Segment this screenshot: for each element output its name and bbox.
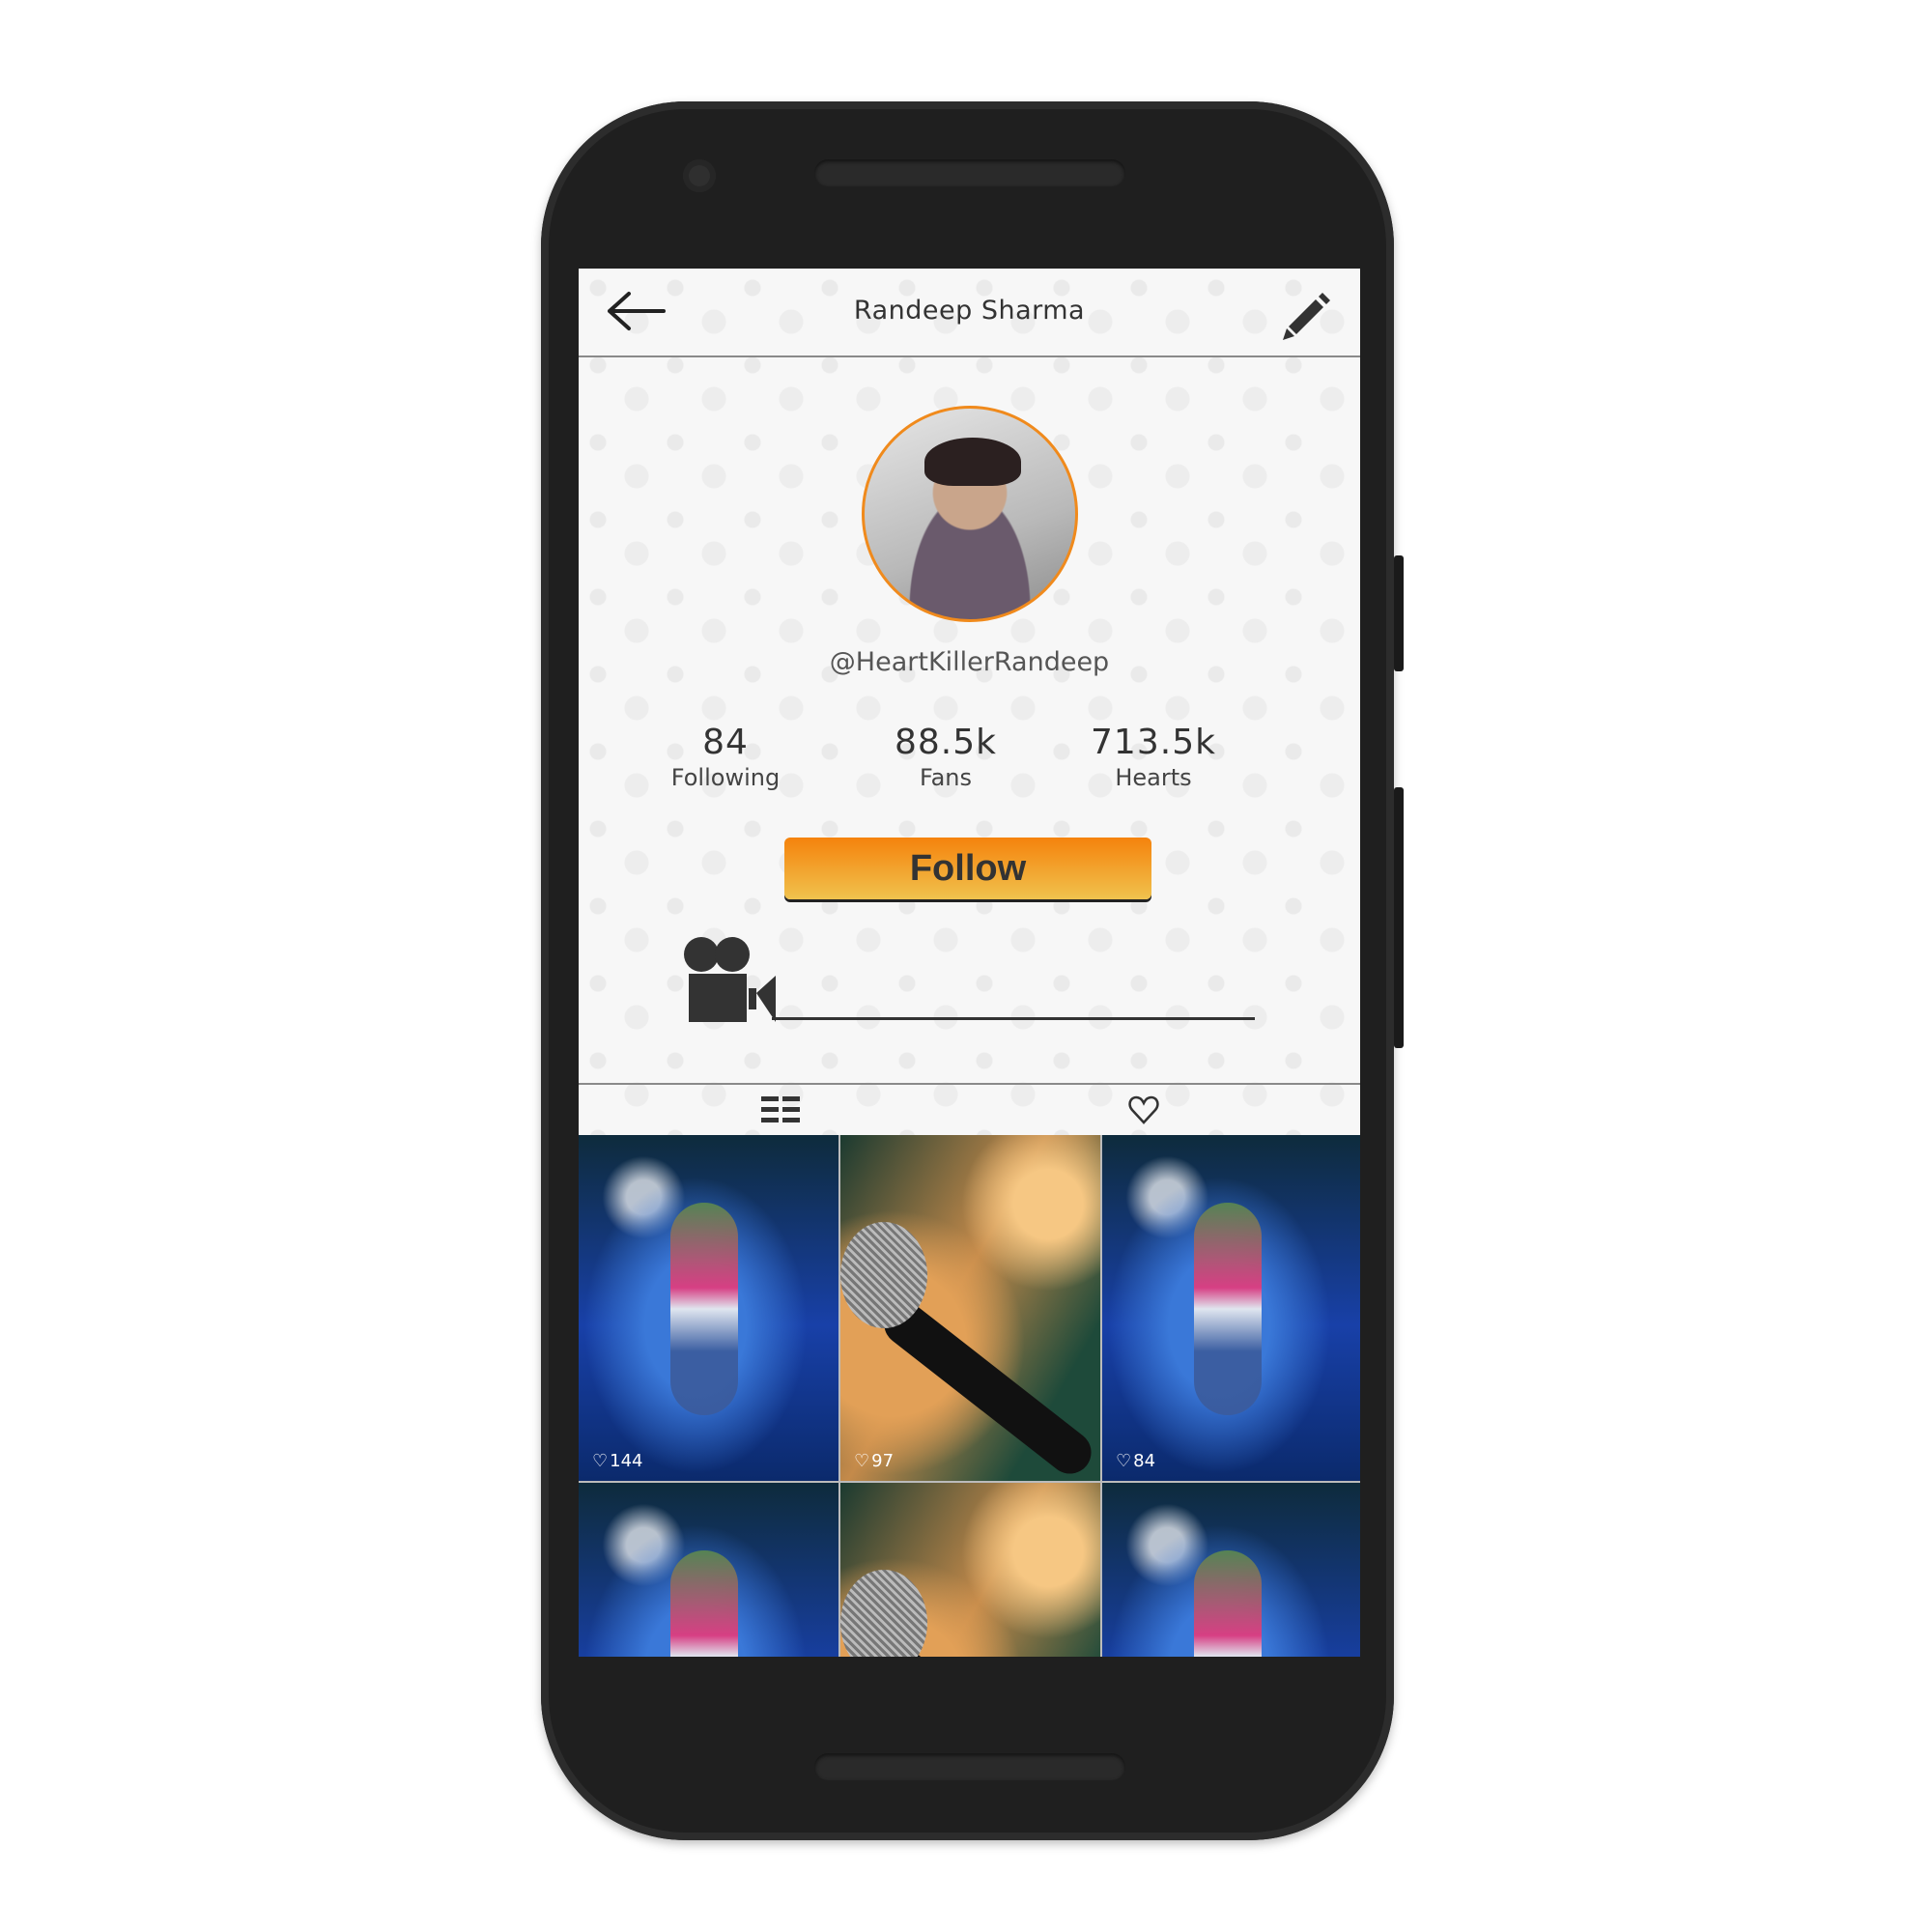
top-speaker bbox=[814, 159, 1125, 186]
bottom-speaker bbox=[814, 1753, 1125, 1780]
username-handle: @HeartKillerRandeep bbox=[829, 647, 1110, 677]
heart-outline-icon: ♡ bbox=[854, 1451, 870, 1471]
stat-following[interactable]: 84 Following bbox=[629, 723, 822, 791]
video-tile[interactable] bbox=[840, 1483, 1100, 1657]
video-grid: ♡ 144 ♡ 97 ♡ 84 bbox=[579, 1135, 1360, 1657]
video-tile[interactable] bbox=[579, 1483, 838, 1657]
page-title: Randeep Sharma bbox=[853, 296, 1086, 326]
like-count: ♡ 97 bbox=[854, 1451, 895, 1471]
follow-button[interactable]: Follow bbox=[784, 838, 1151, 899]
heart-outline-icon: ♡ bbox=[592, 1451, 609, 1471]
pencil-icon[interactable] bbox=[1279, 286, 1333, 340]
heart-outline-icon bbox=[1128, 1095, 1159, 1124]
movie-camera-icon bbox=[683, 935, 780, 1024]
avatar[interactable] bbox=[862, 406, 1078, 622]
grid-list-icon bbox=[761, 1096, 800, 1122]
stat-value: 88.5k bbox=[894, 723, 997, 762]
power-button bbox=[1394, 555, 1404, 671]
video-tile[interactable]: ♡ 97 bbox=[840, 1135, 1100, 1481]
tab-liked[interactable] bbox=[1115, 1090, 1173, 1130]
app-header: Randeep Sharma bbox=[579, 269, 1360, 357]
video-tile[interactable] bbox=[1102, 1483, 1360, 1657]
tab-divider bbox=[579, 1083, 1360, 1085]
like-count: ♡ 84 bbox=[1116, 1451, 1156, 1471]
stat-label: Following bbox=[670, 764, 781, 791]
stat-hearts[interactable]: 713.5k Hearts bbox=[1057, 723, 1250, 791]
section-divider bbox=[772, 1017, 1255, 1020]
video-tile[interactable]: ♡ 84 bbox=[1102, 1135, 1360, 1481]
volume-button bbox=[1394, 787, 1404, 1048]
video-tile[interactable]: ♡ 144 bbox=[579, 1135, 838, 1481]
stat-label: Fans bbox=[919, 764, 973, 791]
stat-value: 84 bbox=[702, 723, 749, 762]
front-camera bbox=[683, 159, 716, 192]
tab-videos[interactable] bbox=[753, 1090, 810, 1130]
profile-screen: Randeep Sharma @HeartKillerRandeep 84 Fo… bbox=[579, 269, 1360, 1657]
like-count: ♡ 144 bbox=[592, 1451, 643, 1471]
stat-fans[interactable]: 88.5k Fans bbox=[849, 723, 1042, 791]
stat-label: Hearts bbox=[1115, 764, 1192, 791]
stat-value: 713.5k bbox=[1091, 723, 1216, 762]
heart-outline-icon: ♡ bbox=[1116, 1451, 1132, 1471]
